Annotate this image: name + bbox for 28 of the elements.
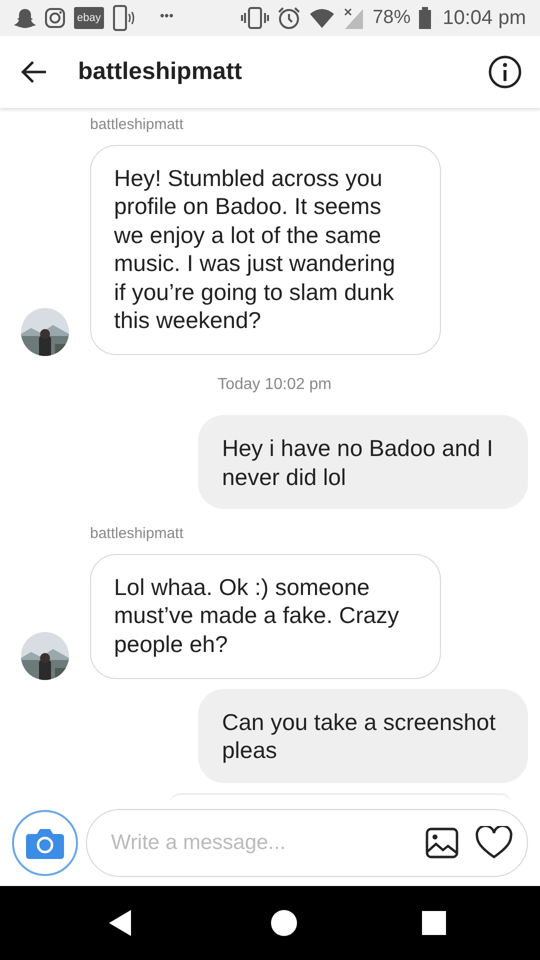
sender-name: battleshipmatt <box>90 115 184 135</box>
more-dots: ••• <box>160 7 174 26</box>
vibrate-icon <box>240 6 269 30</box>
back-icon[interactable] <box>107 908 133 938</box>
battery-icon <box>418 7 431 29</box>
wifi-icon <box>308 7 335 29</box>
back-arrow-icon[interactable] <box>20 60 48 84</box>
heart-icon[interactable] <box>475 826 513 860</box>
conversation-title: battleshipmatt <box>78 57 242 87</box>
phone-signal-icon <box>112 5 136 31</box>
message-bubble: Lol whaa. Ok :) someone must’ve made a fake. Crazy people eh? <box>90 554 441 679</box>
message-bar[interactable]: Write a message... <box>86 809 528 877</box>
message-bubble: Can you take a screenshot pleas <box>198 688 528 783</box>
alarm-icon <box>276 6 301 30</box>
message-bubble: Hey! Stumbled across you profile on Badoo. It seems we enjoy a lot of the same music. I was just wandering if you’re going to slam dunk this weekend? <box>90 144 441 356</box>
ghost-icon <box>14 7 36 29</box>
camera-icon <box>26 827 64 859</box>
timestamp: Today 10:02 pm <box>216 375 332 396</box>
clock: 10:04 pm <box>442 6 526 31</box>
signal-icon <box>342 7 365 29</box>
battery-percent: 78% <box>372 6 411 30</box>
home-icon[interactable] <box>270 909 298 937</box>
info-icon[interactable] <box>488 55 522 89</box>
sender-name: battleshipmatt <box>90 524 184 544</box>
image-icon[interactable] <box>425 827 459 859</box>
notification-label: ebay <box>74 6 104 30</box>
message-bubble: Hey i have no Badoo and I never did lol <box>198 415 528 510</box>
camera-icon <box>44 7 66 29</box>
